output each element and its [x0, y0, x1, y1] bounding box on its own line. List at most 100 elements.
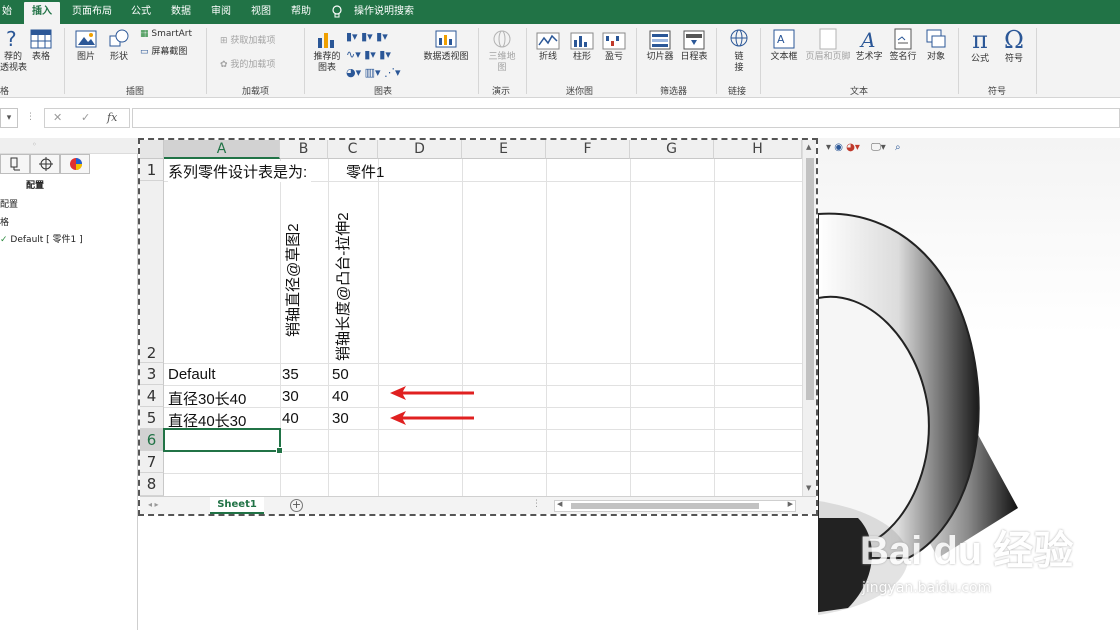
equation-button[interactable]: π 公式	[964, 26, 996, 65]
column-header[interactable]: F	[546, 140, 630, 159]
row-header[interactable]: 1	[140, 159, 164, 181]
scroll-thumb[interactable]	[571, 503, 759, 509]
wordart-label: 艺术字	[855, 52, 883, 62]
cell-a1[interactable]: 系列零件设计表是为:	[168, 161, 312, 182]
signature-line-button[interactable]: 签名行	[886, 28, 920, 63]
timeline-button[interactable]: 日程表	[678, 30, 710, 63]
3d-viewport[interactable]: ▾ ◉ ◕▾ 🖵▾ ⌕ Bai du 经验 jingyan.baidu.com	[818, 138, 1120, 630]
column-header[interactable]: A	[164, 140, 280, 159]
vertical-scrollbar[interactable]: ▲ ▼	[802, 140, 816, 496]
link-button[interactable]: 链 接	[724, 28, 754, 74]
insert-function-icon[interactable]: fx	[107, 111, 117, 124]
cell-c1[interactable]: 零件1	[346, 161, 384, 182]
scroll-left-icon[interactable]: ◀	[557, 500, 562, 508]
column-header[interactable]: D	[378, 140, 462, 159]
split-handle-icon[interactable]: ⋮	[532, 499, 541, 509]
tab-help[interactable]: 帮助	[291, 0, 311, 24]
sparkline-winloss-button[interactable]: 盈亏	[600, 32, 628, 63]
object-button[interactable]: 对象	[922, 28, 950, 63]
tab-view[interactable]: 视图	[251, 0, 271, 24]
row-header[interactable]: 7	[140, 451, 164, 473]
3d-map-button[interactable]: 三维地 图	[486, 28, 518, 74]
cell-c3[interactable]: 50	[332, 366, 349, 383]
tab-scroll-icon[interactable]: ◂ ▸	[148, 500, 159, 509]
row-header[interactable]: 4	[140, 385, 164, 407]
tell-me-search[interactable]: 操作说明搜索	[354, 0, 414, 24]
view-toolbar[interactable]: ▾ ◉ ◕▾ 🖵▾ ⌕	[826, 142, 901, 153]
tab-page-layout[interactable]: 页面布局	[72, 0, 112, 24]
enter-icon[interactable]: ✓	[81, 111, 90, 124]
scene-icon[interactable]: ◕▾	[846, 142, 860, 153]
horizontal-scrollbar[interactable]: ◀ ▶	[554, 500, 796, 512]
scroll-thumb[interactable]	[806, 158, 814, 400]
row-header[interactable]: 8	[140, 473, 164, 496]
tab-display-manager[interactable]	[60, 154, 90, 174]
add-sheet-icon[interactable]: +	[290, 499, 303, 512]
column-header[interactable]: B	[280, 140, 328, 159]
picture-button[interactable]: 图片	[72, 28, 100, 63]
cell-b4[interactable]: 30	[282, 388, 299, 405]
sparkline-column-button[interactable]: 柱形	[568, 32, 596, 63]
group-separator	[478, 28, 479, 94]
header-footer-button[interactable]: 页眉和页脚	[802, 28, 854, 63]
cell-b5[interactable]: 40	[282, 410, 299, 427]
link-label-a: 链	[734, 52, 744, 62]
recommended-charts-button[interactable]: 推荐的 图表	[312, 28, 342, 74]
get-addins-button[interactable]: ⊞ 获取加载项	[220, 36, 275, 47]
pivotchart-button[interactable]: 数据透视图	[422, 28, 470, 63]
formula-input[interactable]	[132, 108, 1120, 128]
tab-feature-tree[interactable]	[0, 154, 30, 174]
zoom-icon[interactable]: ⌕	[895, 142, 901, 153]
select-all-corner[interactable]	[140, 140, 164, 159]
sheet-tab-sheet1[interactable]: Sheet1	[210, 497, 264, 514]
pivot-table-button[interactable]: ? 荐的 透视表	[0, 28, 27, 74]
tab-formulas[interactable]: 公式	[131, 0, 151, 24]
tab-property-manager[interactable]	[30, 154, 60, 174]
scroll-down-icon[interactable]: ▼	[806, 484, 811, 492]
column-header[interactable]: E	[462, 140, 546, 159]
equation-label: 公式	[970, 54, 989, 64]
cell-c5[interactable]: 30	[332, 410, 349, 427]
view-orientation-icon[interactable]: ▾	[826, 142, 831, 153]
screenshot-button[interactable]: ▭ 屏幕截图	[140, 47, 187, 58]
active-cell-a6[interactable]	[163, 428, 283, 454]
row-header[interactable]: 6	[140, 429, 164, 451]
name-box-dropdown[interactable]: ▾	[0, 108, 18, 128]
cell-b3[interactable]: 35	[282, 366, 299, 383]
shapes-button[interactable]: 形状	[104, 28, 134, 63]
tab-review[interactable]: 审阅	[211, 0, 231, 24]
column-header[interactable]: H	[714, 140, 802, 159]
chart-type-icons[interactable]: ▮▾ ▮▾ ▮▾ ∿▾ ▮▾ ▮▾ ◕▾ ▥▾ ⋰▾	[346, 28, 418, 82]
tree-item-config[interactable]: 配置	[0, 197, 18, 210]
tab-data[interactable]: 数据	[171, 0, 191, 24]
cell-a4[interactable]: 直径30长40	[168, 388, 246, 409]
row-header[interactable]: 2	[140, 181, 164, 363]
table-button[interactable]: 表格	[28, 28, 54, 63]
tree-item-default[interactable]: ✓ Default [ 零件1 ]	[0, 232, 83, 245]
tab-home[interactable]: 始	[2, 0, 12, 24]
cell-c4[interactable]: 40	[332, 388, 349, 405]
column-header[interactable]: G	[630, 140, 714, 159]
cancel-icon[interactable]: ✕	[53, 111, 62, 124]
display-icon[interactable]: 🖵▾	[871, 142, 886, 153]
symbol-button[interactable]: Ω 符号	[998, 26, 1030, 65]
wordart-button[interactable]: A 艺术字	[854, 28, 884, 63]
group-label-tours: 演示	[492, 87, 511, 97]
appearance-icon[interactable]: ◉	[834, 142, 843, 153]
scroll-right-icon[interactable]: ▶	[788, 500, 793, 508]
sparkline-line-button[interactable]: 折线	[534, 32, 562, 63]
my-addins-button[interactable]: ✿ 我的加载项	[220, 60, 275, 71]
slicer-button[interactable]: 切片器	[644, 30, 676, 63]
tree-item-table[interactable]: 格	[0, 215, 9, 228]
gridline	[164, 363, 802, 364]
row-header[interactable]: 5	[140, 407, 164, 429]
scroll-up-icon[interactable]: ▲	[806, 143, 811, 151]
cell-c2[interactable]: 销轴长度@凸台-拉伸2	[332, 212, 353, 361]
column-header[interactable]: C	[328, 140, 378, 159]
tab-insert[interactable]: 插入	[24, 2, 60, 24]
cell-a3[interactable]: Default	[168, 366, 216, 383]
row-header[interactable]: 3	[140, 363, 164, 385]
textbox-button[interactable]: A 文本框	[766, 28, 802, 63]
smartart-button[interactable]: ▦ SmartArt	[140, 29, 192, 40]
cell-b2[interactable]: 销轴直径@草图2	[282, 223, 303, 337]
